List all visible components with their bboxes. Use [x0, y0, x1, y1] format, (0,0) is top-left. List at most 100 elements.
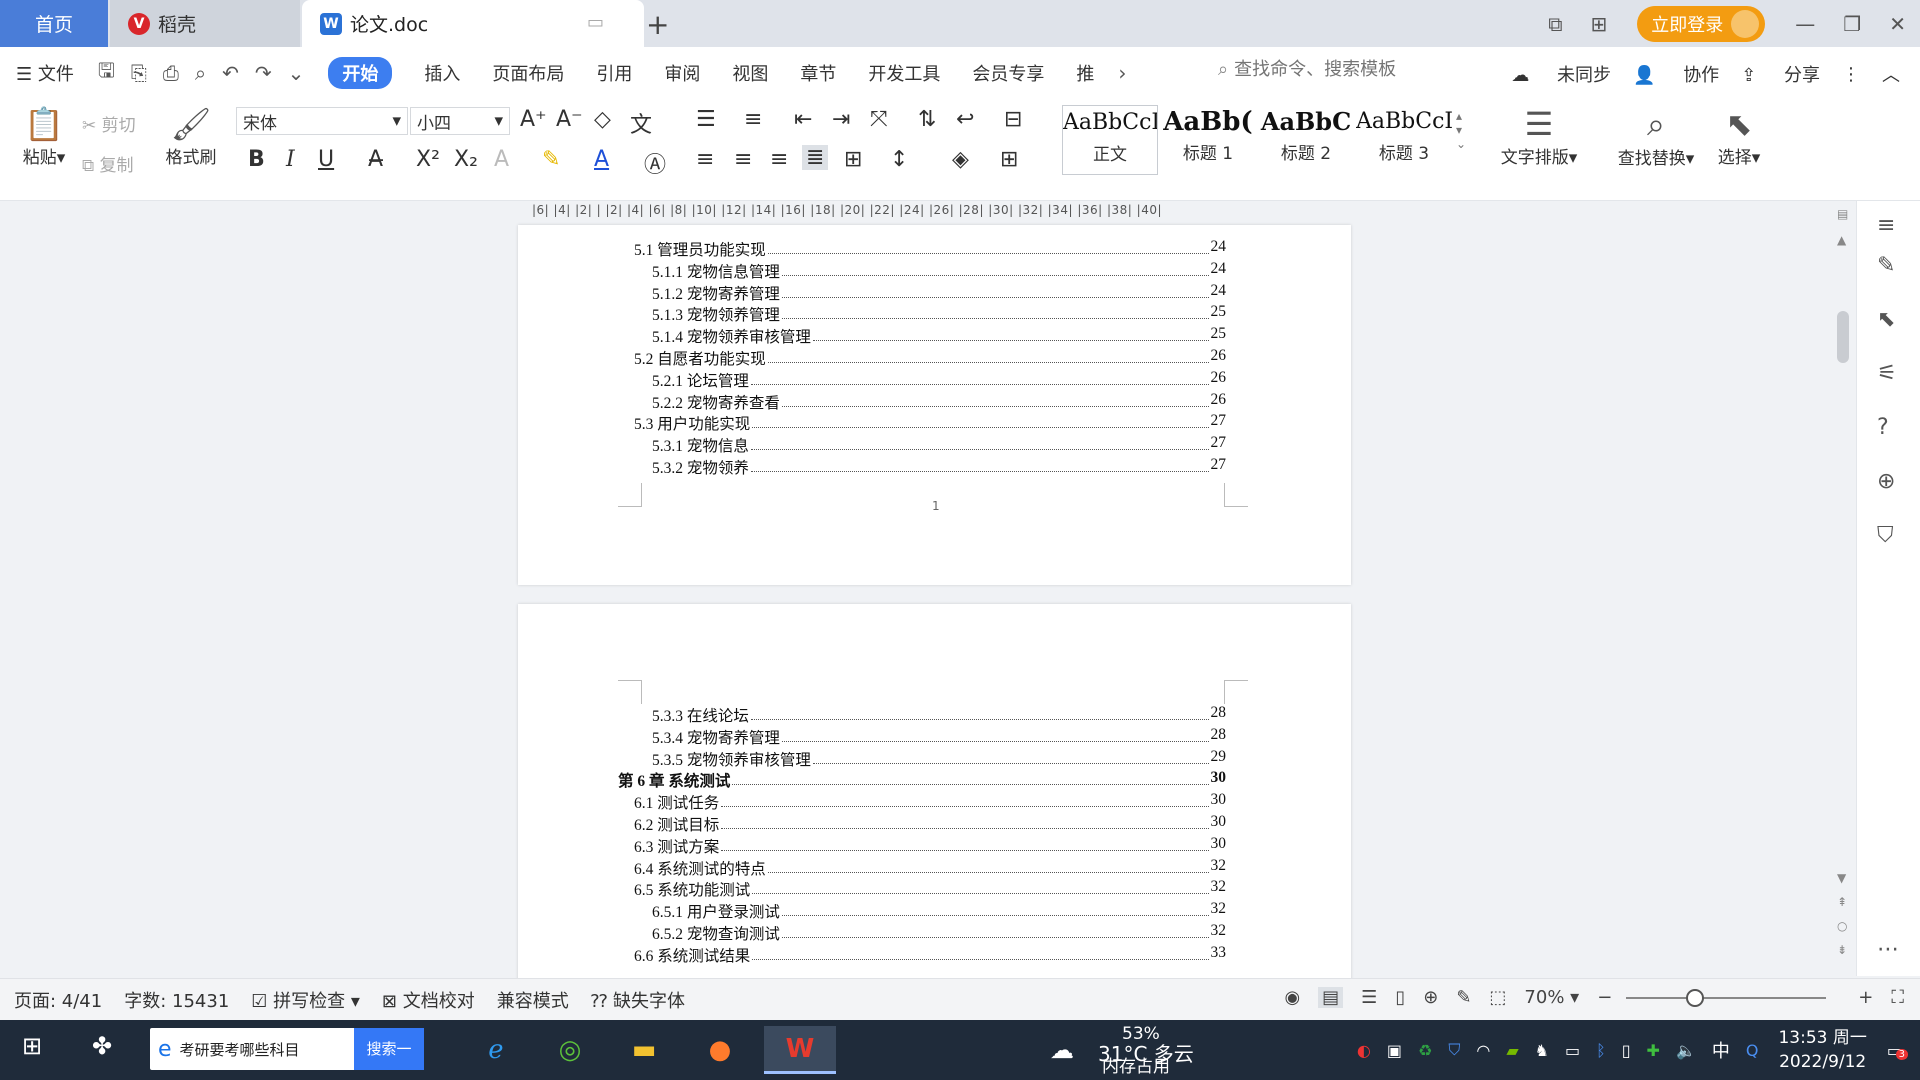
toc-entry[interactable]: 5.1.3 宠物领养管理 25 — [652, 303, 1226, 325]
sort-icon[interactable]: ⇅ — [918, 107, 936, 132]
char-border-icon[interactable]: Ⓐ — [644, 147, 666, 179]
panel-collapse-icon[interactable]: ≡ — [1877, 213, 1895, 238]
more-chevron-icon[interactable]: ⌄ — [288, 61, 305, 85]
toc-entry[interactable]: 5.1.2 宠物寄养管理 24 — [652, 282, 1226, 304]
prev-page-icon[interactable]: ⇞ — [1837, 895, 1847, 909]
shield-icon[interactable]: ⛉ — [1877, 523, 1894, 548]
subscript-icon[interactable]: X₂ — [454, 147, 478, 172]
zoom-slider[interactable] — [1626, 988, 1827, 1007]
format-painter-button[interactable]: 🖌 格式刷 — [160, 105, 222, 168]
tab-references[interactable]: 引用 — [596, 60, 632, 86]
wifi-icon[interactable]: ◠ — [1476, 1041, 1490, 1060]
toc-entry[interactable]: 5.2.1 论坛管理 26 — [652, 369, 1226, 391]
highlight-icon[interactable]: ✎ — [542, 147, 560, 172]
adjust-sliders-icon[interactable]: ⚟ — [1877, 361, 1897, 386]
minimize-icon[interactable]: — — [1795, 12, 1815, 36]
volume-icon[interactable]: 🔈 — [1676, 1041, 1696, 1060]
game-app-icon[interactable]: ● — [690, 1026, 750, 1074]
toc-entry[interactable]: 5.3.5 宠物领养审核管理 29 — [652, 748, 1226, 770]
more-horizontal-icon[interactable]: ⋯ — [1877, 937, 1899, 962]
command-search[interactable]: ⌕ — [1218, 59, 1465, 80]
print-preview-icon[interactable]: ⌕ — [195, 61, 206, 85]
line-spacing-icon[interactable]: ↕ — [890, 147, 908, 172]
chevron-right-icon[interactable]: › — [1118, 61, 1126, 85]
export-icon[interactable]: ⎘ — [131, 61, 147, 85]
toc-entry[interactable]: 6.5.1 用户登录测试 32 — [652, 900, 1226, 922]
bullet-list-icon[interactable]: ☰ — [696, 107, 716, 132]
write-mode-icon[interactable]: ✎ — [1456, 987, 1471, 1008]
toc-entry[interactable]: 5.2.2 宠物寄养查看 26 — [652, 391, 1226, 413]
toc-entry[interactable]: 第 6 章 系统测试 30 — [618, 769, 1226, 791]
web-view-icon[interactable]: ⊕ — [1423, 987, 1438, 1008]
eye-protection-icon[interactable]: ◉ — [1284, 987, 1300, 1008]
weather-widget[interactable]: ☁ 31°C 多云 53% 内存占用 — [1050, 1024, 1225, 1077]
page-view-icon[interactable]: ▤ — [1318, 987, 1344, 1008]
clock[interactable]: 13:53 周一 2022/9/12 — [1778, 1026, 1866, 1074]
shield-tray-icon[interactable]: ⛉ — [1448, 1040, 1460, 1060]
scrollbar-thumb[interactable] — [1837, 311, 1849, 363]
fit-page-icon[interactable]: ⬚ — [1489, 987, 1506, 1008]
collapse-ribbon-icon[interactable]: ︿ — [1882, 61, 1900, 87]
toc-entry[interactable]: 5.3.3 在线论坛 28 — [652, 704, 1226, 726]
document-page[interactable]: 5.1 管理员功能实现 24 5.1.1 宠物信息管理 24 5.1.2 宠物寄养管理 2… — [518, 225, 1351, 585]
share-button[interactable]: ⇪ 分享 — [1741, 61, 1820, 87]
reading-mode-icon[interactable]: ⧉ — [1548, 12, 1562, 36]
text-direction-icon[interactable]: ⤧ — [870, 107, 888, 132]
text-effect-icon[interactable]: A — [494, 147, 509, 172]
align-right-icon[interactable]: ≡ — [770, 147, 788, 172]
numbered-list-icon[interactable]: ≡ — [744, 107, 762, 132]
borders-icon[interactable]: ⊞ — [1000, 147, 1018, 172]
word-count[interactable]: 字数: 15431 — [124, 987, 229, 1013]
toc-entry[interactable]: 6.3 测试方案 30 — [634, 835, 1226, 857]
toc-entry[interactable]: 5.1.4 宠物领养审核管理 25 — [652, 325, 1226, 347]
find-replace-button[interactable]: ⌕ 查找替换▾ — [1610, 105, 1702, 169]
toc-entry[interactable]: 6.2 测试目标 30 — [634, 813, 1226, 835]
tray-plus-icon[interactable]: ✚ — [1647, 1041, 1660, 1060]
cut-button[interactable]: ✂ 剪切 — [82, 111, 136, 136]
horizontal-ruler[interactable]: |6| |4| |2| | |2| |4| |6| |8| |10| |12| … — [0, 201, 1860, 225]
tab-home[interactable]: 首页 — [0, 0, 108, 47]
select-browse-icon[interactable]: ○ — [1837, 919, 1847, 933]
tab-view[interactable]: 视图 — [732, 60, 768, 86]
tray-app-icon[interactable]: ◐ — [1357, 1041, 1371, 1060]
taskbar-search-text[interactable]: 考研要考哪些科目 — [180, 1039, 354, 1060]
tray-app-icon[interactable]: ♻ — [1418, 1041, 1432, 1060]
shading-icon[interactable]: ◈ — [952, 147, 969, 172]
close-icon[interactable]: ✕ — [1889, 12, 1906, 36]
taskbar-search[interactable]: e 考研要考哪些科目 搜索一下 — [150, 1028, 424, 1070]
font-size-select[interactable]: 小四 ▾ — [410, 107, 510, 135]
zoom-slider-knob[interactable] — [1686, 988, 1705, 1007]
distribute-icon[interactable]: ⊞ — [844, 147, 862, 172]
shrink-font-icon[interactable]: A⁻ — [556, 107, 583, 132]
tab-insert[interactable]: 插入 — [424, 60, 460, 86]
battery-icon[interactable]: ▭ — [1565, 1041, 1580, 1060]
toc-entry[interactable]: 6.4 系统测试的特点 32 — [634, 857, 1226, 879]
tab-page-layout[interactable]: 页面布局 — [492, 60, 564, 86]
pointer-icon[interactable]: ⬉ — [1877, 307, 1895, 332]
copy-button[interactable]: ⧉ 复制 — [82, 151, 134, 176]
style-heading-2[interactable]: AaBbC 标题 2 — [1258, 105, 1354, 175]
browser-360-icon[interactable]: ◎ — [540, 1026, 600, 1074]
login-button[interactable]: 立即登录 — [1637, 5, 1766, 42]
wps-taskbar-icon[interactable]: W — [764, 1026, 836, 1074]
fullscreen-icon[interactable]: ⛶ — [1891, 987, 1904, 1008]
outline-view-icon[interactable]: ☰ — [1361, 987, 1377, 1008]
font-color-icon[interactable]: A — [594, 147, 609, 172]
restore-icon[interactable]: ❐ — [1843, 12, 1861, 36]
toc-entry[interactable]: 5.2 自愿者功能实现 26 — [634, 347, 1226, 369]
toc-entry[interactable]: 5.1.1 宠物信息管理 24 — [652, 260, 1226, 282]
missing-font-button[interactable]: ⁇ 缺失字体 — [591, 987, 685, 1013]
styles-scroll-icon[interactable]: ▴ ▾ ⌄ — [1456, 109, 1466, 151]
notification-icon[interactable]: ▭ 3 — [1887, 1041, 1908, 1060]
more-vertical-icon[interactable]: ⋮ — [1842, 64, 1860, 85]
toc-entry[interactable]: 6.6 系统测试结果 33 — [634, 944, 1226, 966]
usb-icon[interactable]: ▯ — [1622, 1041, 1631, 1060]
clear-format-icon[interactable]: ◇ — [594, 107, 611, 132]
style-heading-1[interactable]: AaBb( 标题 1 — [1160, 105, 1256, 175]
scroll-up-icon[interactable]: ▲ — [1837, 233, 1846, 247]
bold-icon[interactable]: B — [248, 147, 265, 172]
sync-button[interactable]: ☁ 未同步 — [1511, 61, 1611, 87]
toc-entry[interactable]: 5.3.2 宠物领养 27 — [652, 456, 1226, 478]
tab-more[interactable]: 推 — [1076, 60, 1094, 86]
select-button[interactable]: ⬉ 选择▾ — [1710, 105, 1768, 168]
